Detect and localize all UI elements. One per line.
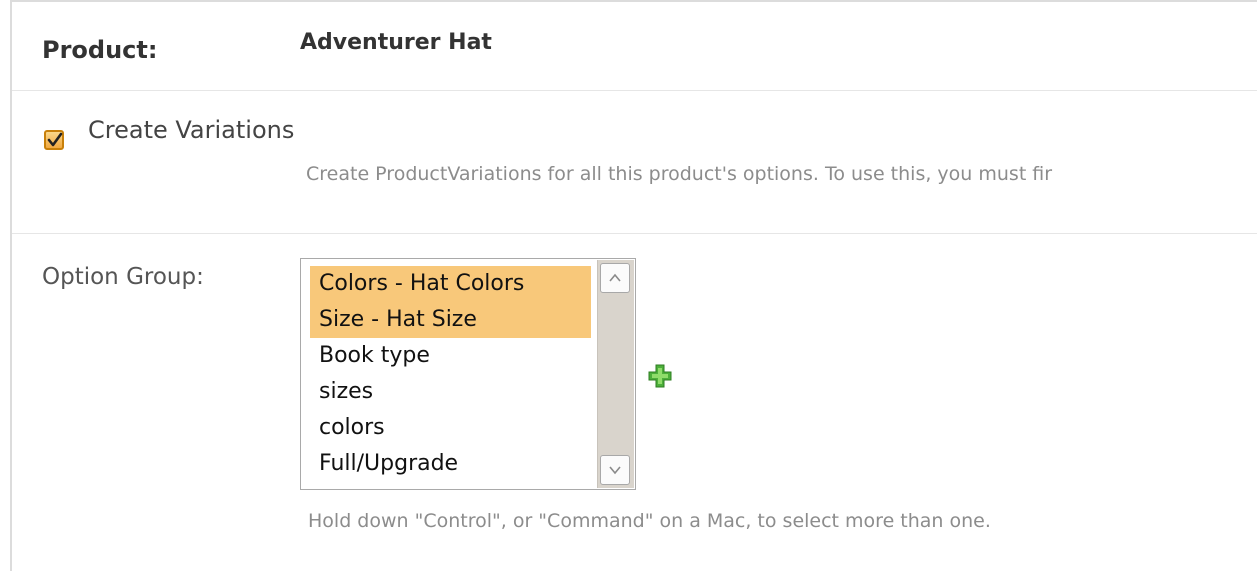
option-item[interactable]: sizes (310, 374, 591, 410)
create-variations-row: Create Variations Create ProductVariatio… (12, 90, 1257, 234)
chevron-down-icon (609, 466, 621, 475)
product-row: Product: Adventurer Hat (12, 2, 1257, 91)
create-variations-checkbox[interactable] (44, 130, 64, 150)
option-group-label: Option Group: (42, 264, 204, 290)
option-list-scrollbar[interactable] (597, 260, 634, 488)
option-item[interactable]: Colors - Hat Colors (310, 266, 591, 302)
option-item[interactable]: Size - Hat Size (310, 302, 591, 338)
option-group-help: Hold down "Control", or "Command" on a M… (308, 510, 991, 532)
create-variations-help: Create ProductVariations for all this pr… (306, 163, 1053, 185)
option-item[interactable]: colors (310, 410, 591, 446)
add-plus-icon[interactable] (648, 364, 672, 388)
option-item[interactable]: Book type (310, 338, 591, 374)
option-item[interactable]: Full/Upgrade (310, 446, 591, 482)
scroll-down-button[interactable] (600, 455, 630, 485)
checkmark-icon (47, 132, 63, 147)
scroll-up-button[interactable] (600, 263, 630, 293)
admin-form: Product: Adventurer Hat Create Variation… (10, 0, 1257, 571)
product-name: Adventurer Hat (300, 30, 492, 55)
product-label: Product: (42, 36, 158, 64)
option-list: Colors - Hat Colors Size - Hat Size Book t… (310, 266, 591, 482)
option-group-select[interactable]: Colors - Hat Colors Size - Hat Size Book t… (300, 258, 636, 490)
chevron-up-icon (609, 273, 621, 282)
create-variations-label[interactable]: Create Variations (88, 116, 294, 144)
